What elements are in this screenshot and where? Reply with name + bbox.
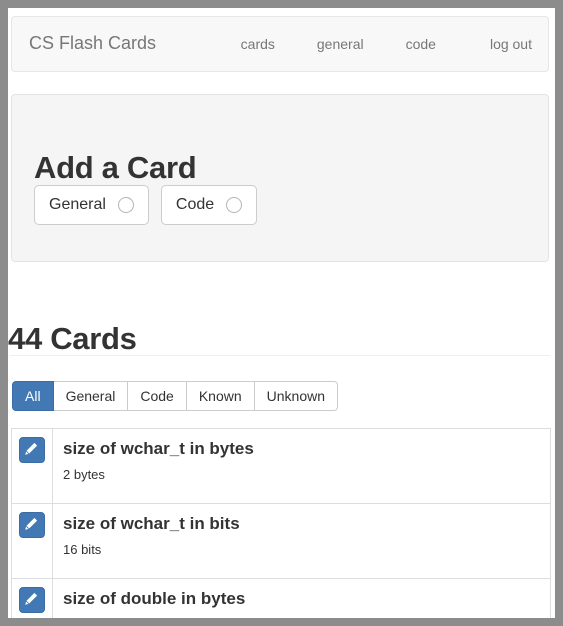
- row-action-cell: [11, 503, 53, 579]
- row-action-cell: [11, 428, 53, 504]
- card-type-general-label: General: [49, 196, 106, 213]
- filter-tab-known[interactable]: Known: [186, 381, 255, 411]
- nav-link-code[interactable]: code: [406, 36, 436, 53]
- filter-tab-code[interactable]: Code: [128, 381, 187, 411]
- card-type-option-code[interactable]: Code: [160, 185, 258, 225]
- cards-table-body: size of wchar_t in bytes 2 bytes size of…: [11, 428, 551, 618]
- row-content-cell: size of wchar_t in bits 16 bits: [52, 503, 551, 579]
- nav-link-log-out[interactable]: log out: [490, 36, 532, 53]
- cards-count-heading: 44 Cards: [8, 320, 137, 356]
- radio-unchecked-icon[interactable]: [117, 197, 134, 213]
- pencil-icon[interactable]: [19, 437, 45, 463]
- table-row: size of wchar_t in bits 16 bits: [11, 503, 551, 579]
- navbar-brand[interactable]: CS Flash Cards: [29, 33, 156, 54]
- row-content-cell: size of double in bytes 8 bytes: [52, 578, 551, 618]
- nav-link-general[interactable]: general: [317, 36, 364, 53]
- card-question: size of wchar_t in bits: [63, 514, 240, 533]
- filter-tab-unknown[interactable]: Unknown: [254, 381, 339, 411]
- radio-unchecked-icon[interactable]: [226, 197, 243, 213]
- card-type-code-label: Code: [175, 196, 215, 213]
- card-answer: 8 bytes: [63, 616, 550, 618]
- card-question: size of wchar_t in bytes: [63, 439, 254, 458]
- filter-tab-all[interactable]: All: [12, 381, 54, 411]
- nav-link-cards[interactable]: cards: [241, 36, 275, 53]
- navbar: CS Flash Cards cards general code log ou…: [11, 16, 549, 72]
- row-action-cell: [11, 578, 53, 618]
- cards-table: size of wchar_t in bytes 2 bytes size of…: [11, 428, 551, 618]
- navbar-links: cards general code log out: [241, 36, 538, 53]
- add-card-panel: Add a Card General Code: [11, 94, 549, 262]
- pencil-icon[interactable]: [19, 512, 45, 538]
- pencil-icon[interactable]: [19, 587, 45, 613]
- table-row: size of wchar_t in bytes 2 bytes: [11, 428, 551, 504]
- card-filter-group: All General Code Known Unknown: [12, 381, 339, 411]
- card-answer: 2 bytes: [63, 467, 105, 482]
- section-divider: [10, 355, 550, 356]
- table-row: size of double in bytes 8 bytes: [11, 578, 551, 618]
- row-content-cell: size of wchar_t in bytes 2 bytes: [52, 428, 551, 504]
- card-type-radio-group: General Code: [34, 185, 269, 225]
- filter-tab-general[interactable]: General: [53, 381, 129, 411]
- card-answer: 16 bits: [63, 542, 102, 557]
- add-card-title: Add a Card: [34, 149, 197, 185]
- card-question: size of double in bytes: [63, 589, 246, 608]
- browser-viewport: CS Flash Cards cards general code log ou…: [8, 8, 555, 618]
- card-type-option-general[interactable]: General: [34, 185, 149, 225]
